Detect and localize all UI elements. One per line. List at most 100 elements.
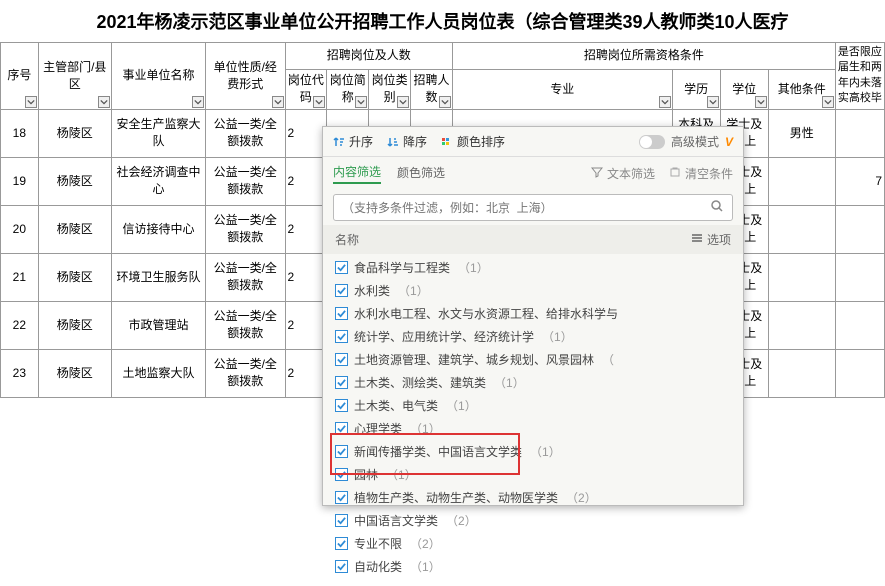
th-num[interactable]: 招聘人数 — [411, 69, 453, 109]
th-dept[interactable]: 主管部门/县区 — [38, 43, 111, 110]
filter-item-count: （2） — [446, 512, 477, 529]
checkbox-icon — [335, 399, 348, 412]
filter-item-count: （1） — [410, 558, 441, 575]
checkbox-icon — [335, 422, 348, 435]
filter-item-label: 植物生产类、动物生产类、动物医学类 — [354, 489, 558, 506]
filter-item[interactable]: 自动化类 （1） — [331, 555, 735, 578]
checkbox-icon — [335, 330, 348, 343]
sort-asc-button[interactable]: 升序 — [333, 133, 373, 150]
dropdown-icon[interactable] — [272, 96, 284, 108]
cell-limit — [835, 301, 884, 349]
dropdown-icon[interactable] — [355, 96, 367, 108]
filter-item-label: 自动化类 — [354, 558, 402, 575]
cell-seq: 20 — [1, 205, 39, 253]
checkbox-icon — [335, 491, 348, 504]
tab-color-filter[interactable]: 颜色筛选 — [397, 164, 445, 183]
search-icon — [710, 199, 724, 216]
checkbox-icon — [335, 353, 348, 366]
filter-item[interactable]: 新闻传播学类、中国语言文学类（1） — [331, 440, 735, 463]
filter-item[interactable]: 食品科学与工程类（1） — [331, 256, 735, 279]
filter-item[interactable]: 植物生产类、动物生产类、动物医学类 （2） — [331, 486, 735, 509]
dropdown-icon[interactable] — [822, 96, 834, 108]
dropdown-icon[interactable] — [439, 96, 451, 108]
filter-item[interactable]: 园林（1） — [331, 463, 735, 486]
filter-item[interactable]: 中国语言文学类 （2） — [331, 509, 735, 532]
th-group-post: 招聘岗位及人数 — [285, 43, 452, 70]
sort-desc-button[interactable]: 降序 — [387, 133, 427, 150]
cell-unit: 安全生产监察大队 — [111, 109, 205, 157]
cell-limit — [835, 253, 884, 301]
cell-dept: 杨陵区 — [38, 157, 111, 205]
filter-item-label: 土木类、电气类 — [354, 397, 438, 414]
cell-limit: 7 — [835, 157, 884, 205]
th-edu[interactable]: 学历 — [672, 69, 720, 109]
dropdown-icon[interactable] — [659, 96, 671, 108]
cell-nature: 公益一类/全额拨款 — [206, 301, 286, 349]
filter-item-label: 统计学、应用统计学、经济统计学 — [354, 328, 534, 345]
cell-code: 2 — [285, 253, 327, 301]
filter-item[interactable]: 土木类、测绘类、建筑类（1） — [331, 371, 735, 394]
th-major[interactable]: 专业 — [452, 69, 672, 109]
cell-seq: 21 — [1, 253, 39, 301]
cell-other — [768, 301, 835, 349]
filter-item-list: 食品科学与工程类（1）水利类（1）水利水电工程、水文与水资源工程、给排水科学与统… — [323, 254, 743, 586]
tab-content-filter[interactable]: 内容筛选 — [333, 163, 381, 184]
filter-item-count: （2） — [566, 489, 597, 506]
checkbox-icon — [335, 445, 348, 458]
search-field[interactable] — [342, 201, 710, 215]
dropdown-icon[interactable] — [192, 96, 204, 108]
th-seq[interactable]: 序号 — [1, 43, 39, 110]
filter-item[interactable]: 土地资源管理、建筑学、城乡规划、风景园林（ — [331, 348, 735, 371]
th-limit[interactable]: 是否限应届生和两年内未落实高校毕 — [835, 43, 884, 110]
th-other[interactable]: 其他条件 — [768, 69, 835, 109]
dropdown-icon[interactable] — [755, 96, 767, 108]
cell-dept: 杨陵区 — [38, 109, 111, 157]
filter-item-count: （1） — [530, 443, 561, 460]
cell-limit — [835, 205, 884, 253]
cell-dept: 杨陵区 — [38, 301, 111, 349]
dropdown-icon[interactable] — [313, 96, 325, 108]
th-nature[interactable]: 单位性质/经费形式 — [206, 43, 286, 110]
th-sname[interactable]: 岗位简称 — [327, 69, 369, 109]
cell-dept: 杨陵区 — [38, 253, 111, 301]
th-deg[interactable]: 学位 — [720, 69, 768, 109]
checkbox-icon — [335, 284, 348, 297]
cell-seq: 23 — [1, 349, 39, 397]
checkbox-icon — [335, 468, 348, 481]
th-code[interactable]: 岗位代码 — [285, 69, 327, 109]
cell-code: 2 — [285, 109, 327, 157]
filter-item[interactable]: 专业不限（2） — [331, 532, 735, 555]
text-filter-button[interactable]: 文本筛选 — [591, 165, 655, 182]
checkbox-icon — [335, 307, 348, 320]
color-sort-button[interactable]: 颜色排序 — [441, 133, 505, 150]
sort-desc-icon — [387, 136, 399, 148]
th-unit[interactable]: 事业单位名称 — [111, 43, 205, 110]
filter-item[interactable]: 统计学、应用统计学、经济统计学 （1） — [331, 325, 735, 348]
dropdown-icon[interactable] — [397, 96, 409, 108]
th-cat[interactable]: 岗位类别 — [369, 69, 411, 109]
filter-popup: 升序 降序 颜色排序 高级模式V 内容筛选 颜色筛选 文本筛选 清空条件 名称 … — [322, 126, 744, 506]
cell-nature: 公益一类/全额拨款 — [206, 109, 286, 157]
options-button[interactable]: 选项 — [691, 231, 731, 248]
filter-item-count: （1） — [542, 328, 573, 345]
filter-item[interactable]: 水利类（1） — [331, 279, 735, 302]
sort-asc-icon — [333, 136, 345, 148]
dropdown-icon[interactable] — [25, 96, 37, 108]
advanced-mode-toggle[interactable]: 高级模式V — [639, 133, 733, 150]
filter-item[interactable]: 水利水电工程、水文与水资源工程、给排水科学与 — [331, 302, 735, 325]
cell-code: 2 — [285, 349, 327, 397]
funnel-icon — [591, 166, 603, 181]
filter-item-label: 专业不限 — [354, 535, 402, 552]
cell-code: 2 — [285, 205, 327, 253]
checkbox-icon — [335, 537, 348, 550]
filter-item[interactable]: 心理学类（1） — [331, 417, 735, 440]
filter-item[interactable]: 土木类、电气类（1） — [331, 394, 735, 417]
cell-unit: 环境卫生服务队 — [111, 253, 205, 301]
dropdown-icon[interactable] — [98, 96, 110, 108]
cell-limit — [835, 109, 884, 157]
filter-search-input[interactable] — [333, 194, 733, 221]
filter-item-label: 中国语言文学类 — [354, 512, 438, 529]
menu-icon — [691, 232, 703, 247]
clear-filter-button[interactable]: 清空条件 — [669, 165, 733, 182]
dropdown-icon[interactable] — [707, 96, 719, 108]
